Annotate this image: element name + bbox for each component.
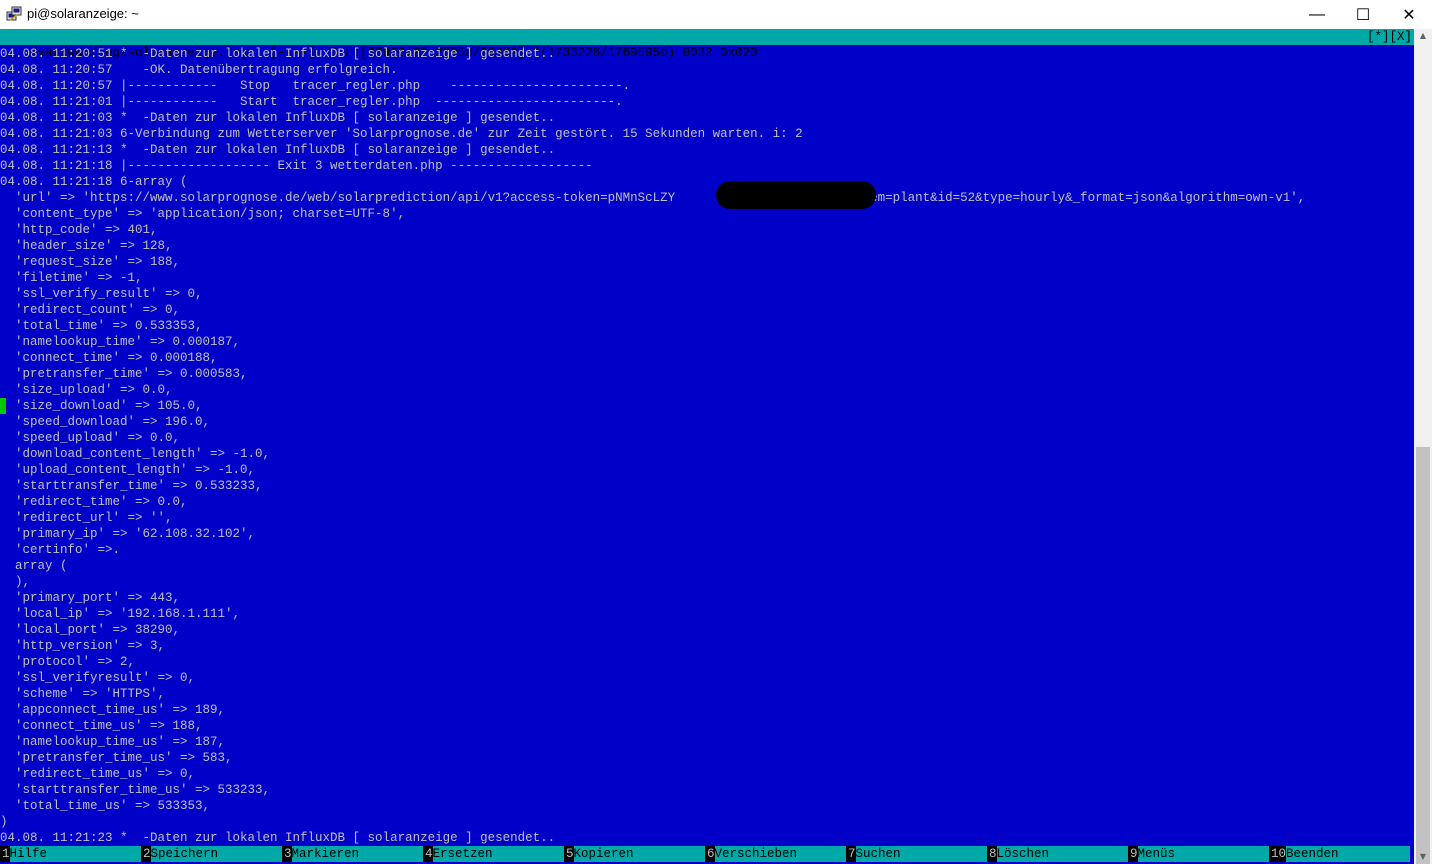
log-line: 'starttransfer_time' => 0.533233, (0, 479, 263, 493)
title-bar[interactable]: pi@solaranzeige: ~ — ☐ ✕ (0, 0, 1446, 29)
log-line: 'starttransfer_time_us' => 533233, (0, 783, 271, 797)
log-line: 'size_upload' => 0.0, (0, 383, 173, 397)
fkey-label: Suchen (855, 846, 987, 862)
log-line: 'local_port' => 38290, (0, 623, 181, 637)
log-line: 'url' => 'https://www.solarprognose.de/w… (0, 191, 1306, 205)
log-line: 'pretransfer_time' => 0.000583, (0, 367, 248, 381)
log-line: array ( (0, 559, 68, 573)
log-line: 'protocol' => 2, (0, 655, 136, 669)
fkey-number: 2 (141, 846, 151, 862)
log-line: ), (0, 575, 31, 589)
log-line: 'primary_port' => 443, (0, 591, 181, 605)
fkey-hilfe[interactable]: 1 Hilfe (0, 846, 141, 862)
fkey-number: 8 (987, 846, 997, 862)
fkey-label: Beenden (1286, 846, 1410, 862)
log-line: 'total_time_us' => 533353, (0, 799, 211, 813)
log-line: 'http_code' => 401, (0, 223, 158, 237)
log-line: 04.08. 11:20:57 |------------ Stop trace… (0, 79, 631, 93)
log-line: 'redirect_count' => 0, (0, 303, 181, 317)
log-content[interactable]: 04.08. 11:20:51 * -Daten zur lokalen Inf… (0, 46, 1414, 846)
log-line: 'filetime' => -1, (0, 271, 143, 285)
fkey-kopieren[interactable]: 5 Kopieren (564, 846, 705, 862)
log-line: 04.08. 11:20:57 -OK. Datenübertragung er… (0, 63, 398, 77)
fkey-ersetzen[interactable]: 4 Ersetzen (423, 846, 564, 862)
fkey-suchen[interactable]: 7 Suchen (846, 846, 987, 862)
log-line: 'namelookup_time' => 0.000187, (0, 335, 241, 349)
fkey-beenden[interactable]: 10 Beenden (1269, 846, 1410, 862)
log-line: 'scheme' => 'HTTPS', (0, 687, 166, 701)
log-line: 04.08. 11:21:18 |------------------- Exi… (0, 159, 593, 173)
fkey-label: Hilfe (9, 846, 141, 862)
minimize-button[interactable]: — (1294, 0, 1340, 29)
log-line: 'ssl_verify_result' => 0, (0, 287, 203, 301)
log-line: 04.08. 11:21:23 * -Daten zur lokalen Inf… (0, 831, 556, 845)
log-line: 'pretransfer_time_us' => 583, (0, 751, 233, 765)
fkey-number: 5 (564, 846, 574, 862)
fkey-menüs[interactable]: 9 Menüs (1128, 846, 1269, 862)
log-line: 'header_size' => 128, (0, 239, 173, 253)
fkey-number: 6 (705, 846, 715, 862)
close-button[interactable]: ✕ (1386, 0, 1432, 29)
fkey-markieren[interactable]: 3 Markieren (282, 846, 423, 862)
scroll-up-arrow-icon[interactable]: ▲ (1414, 29, 1432, 43)
log-line: 'appconnect_time_us' => 189, (0, 703, 226, 717)
fkey-number: 1 (0, 846, 10, 862)
log-line: 04.08. 11:20:51 * -Daten zur lokalen Inf… (0, 47, 556, 61)
log-line: 'redirect_time_us' => 0, (0, 767, 196, 781)
window-state-flags[interactable]: [*][X] (1367, 29, 1412, 45)
log-line: 'total_time' => 0.533353, (0, 319, 203, 333)
log-line: 'connect_time' => 0.000188, (0, 351, 218, 365)
log-line: 'download_content_length' => -1.0, (0, 447, 271, 461)
putty-icon[interactable] (6, 6, 22, 22)
fkey-label: Markieren (291, 846, 423, 862)
log-line: 04.08. 11:21:13 * -Daten zur lokalen Inf… (0, 143, 556, 157)
maximize-button[interactable]: ☐ (1340, 0, 1386, 29)
log-line: 'redirect_url' => '', (0, 511, 173, 525)
log-line: 04.08. 11:21:18 6-array ( (0, 175, 188, 189)
fkey-löschen[interactable]: 8 Löschen (987, 846, 1128, 862)
function-key-bar: 1 Hilfe 2 Speichern 3 Markieren 4 Ersetzen 5 Kopi… (0, 846, 1414, 862)
cursor-marker (0, 398, 6, 414)
log-line: 'ssl_verifyresult' => 0, (0, 671, 196, 685)
window-edge (1432, 29, 1446, 864)
fkey-label: Löschen (996, 846, 1128, 862)
fkey-number: 3 (282, 846, 292, 862)
fkey-verschieben[interactable]: 6 Verschieben (705, 846, 846, 862)
fkey-number: 4 (423, 846, 433, 862)
redaction-mark (716, 181, 876, 209)
log-line: 'local_ip' => '192.168.1.111', (0, 607, 241, 621)
fkey-number: 10 (1269, 846, 1287, 862)
log-line: 'size_download' => 105.0, (0, 399, 203, 413)
editor-status-bar: /var/www/log/solaranzeige.log [----] 0 L… (0, 29, 1414, 60)
log-line: 'content_type' => 'application/json; cha… (0, 207, 406, 221)
terminal-area[interactable]: /var/www/log/solaranzeige.log [----] 0 L… (0, 29, 1414, 864)
fkey-label: Ersetzen (432, 846, 564, 862)
vertical-scrollbar[interactable]: ▲ ▼ (1414, 29, 1432, 864)
log-line: 04.08. 11:21:03 * -Daten zur lokalen Inf… (0, 111, 556, 125)
log-line: 'http_version' => 3, (0, 639, 166, 653)
scroll-down-arrow-icon[interactable]: ▼ (1414, 850, 1432, 864)
fkey-label: Verschieben (714, 846, 846, 862)
fkey-label: Speichern (150, 846, 282, 862)
log-line: 04.08. 11:21:01 |------------ Start trac… (0, 95, 623, 109)
fkey-number: 7 (846, 846, 856, 862)
log-line: 'upload_content_length' => -1.0, (0, 463, 256, 477)
scrollbar-thumb[interactable] (1416, 447, 1430, 864)
log-line: 'request_size' => 188, (0, 255, 181, 269)
window-title: pi@solaranzeige: ~ (27, 6, 139, 21)
fkey-label: Kopieren (573, 846, 705, 862)
log-line: 'primary_ip' => '62.108.32.102', (0, 527, 256, 541)
fkey-speichern[interactable]: 2 Speichern (141, 846, 282, 862)
log-line: 04.08. 11:21:03 6-Verbindung zum Wetters… (0, 127, 803, 141)
log-line: 'certinfo' =>. (0, 543, 121, 557)
log-line: ) (0, 815, 8, 829)
fkey-number: 9 (1128, 846, 1138, 862)
log-line: 'connect_time_us' => 188, (0, 719, 203, 733)
log-line: 'namelookup_time_us' => 187, (0, 735, 226, 749)
log-line: 'speed_upload' => 0.0, (0, 431, 181, 445)
log-line: 'redirect_time' => 0.0, (0, 495, 188, 509)
fkey-label: Menüs (1137, 846, 1269, 862)
log-line: 'speed_download' => 196.0, (0, 415, 211, 429)
